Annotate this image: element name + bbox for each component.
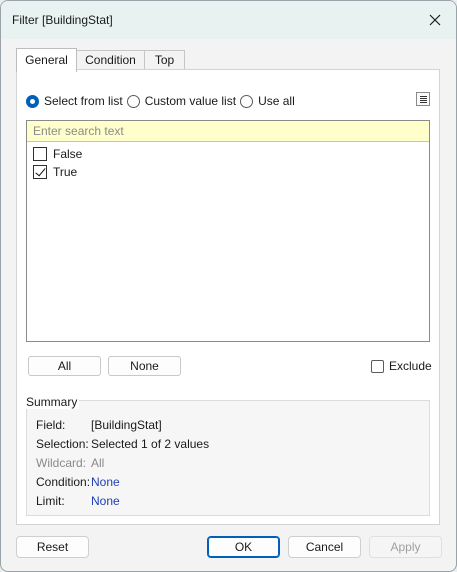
- checkbox[interactable]: [371, 359, 384, 373]
- radio-use-all[interactable]: Use all: [240, 94, 295, 108]
- dialog-title: Filter [BuildingStat]: [12, 13, 113, 27]
- list-item-label: True: [53, 165, 78, 179]
- title-bar: Filter [BuildingStat]: [1, 1, 456, 39]
- radio-label: Custom value list: [144, 94, 237, 108]
- radio-indicator: [126, 94, 140, 108]
- radio-custom-value-list[interactable]: Custom value list: [126, 94, 237, 108]
- close-icon: [429, 14, 441, 26]
- general-panel: Select from list Custom value list Use a…: [16, 69, 440, 525]
- filter-dialog: Filter [BuildingStat] General Condition …: [0, 0, 457, 572]
- radio-indicator: [26, 94, 39, 108]
- radio-indicator: [240, 94, 254, 108]
- search-input[interactable]: [27, 121, 429, 142]
- list-item-false[interactable]: False: [33, 146, 82, 162]
- condition-link[interactable]: None: [91, 475, 120, 489]
- value-listbox[interactable]: False True: [26, 120, 430, 342]
- ok-button[interactable]: OK: [207, 536, 280, 558]
- tab-condition[interactable]: Condition: [76, 50, 145, 71]
- apply-button[interactable]: Apply: [369, 536, 442, 558]
- summary-title: Summary: [24, 395, 80, 409]
- radio-select-from-list[interactable]: Select from list: [26, 94, 123, 108]
- menu-icon: [419, 95, 427, 97]
- mode-radio-group: Select from list Custom value list Use a…: [26, 93, 299, 109]
- list-item-label: False: [53, 147, 83, 161]
- exclude-checkbox[interactable]: Exclude: [371, 359, 432, 373]
- select-all-button[interactable]: All: [28, 356, 101, 376]
- radio-label: Select from list: [44, 94, 123, 108]
- reset-button[interactable]: Reset: [16, 536, 89, 558]
- cancel-button[interactable]: Cancel: [288, 536, 361, 558]
- checkbox[interactable]: [33, 165, 47, 179]
- checkbox[interactable]: [33, 147, 47, 161]
- summary-group: Field: [BuildingStat] Selection: Selecte…: [26, 400, 430, 516]
- close-button[interactable]: [420, 5, 450, 35]
- list-item-true[interactable]: True: [33, 164, 77, 180]
- exclude-label: Exclude: [389, 359, 432, 373]
- radio-label: Use all: [258, 94, 295, 108]
- limit-link[interactable]: None: [91, 494, 120, 508]
- list-options-button[interactable]: [416, 92, 430, 106]
- select-none-button[interactable]: None: [108, 356, 181, 376]
- tab-top[interactable]: Top: [144, 50, 185, 71]
- tab-general[interactable]: General: [16, 48, 77, 72]
